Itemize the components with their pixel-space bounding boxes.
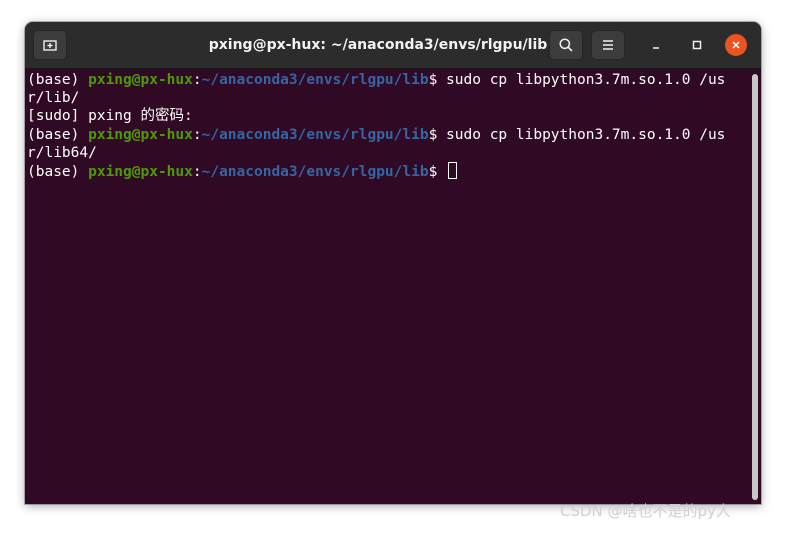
output-text: r/lib64/ xyxy=(27,144,97,161)
command-text: $ sudo cp libpython3.7m.so.1.0 /us xyxy=(428,72,726,88)
prompt-separator: : xyxy=(192,72,202,88)
title-bar[interactable]: pxing@px-hux: ~/anaconda3/envs/rlgpu/lib xyxy=(25,22,761,69)
password-prompt: [sudo] pxing 的密码: xyxy=(27,108,193,125)
maximize-icon xyxy=(692,40,702,50)
terminal-output[interactable]: (base) pxing@px-hux:~/anaconda3/envs/rlg… xyxy=(25,69,749,504)
terminal-window: pxing@px-hux: ~/anaconda3/envs/rlgpu/lib xyxy=(25,22,761,504)
command-text: $ sudo cp libpython3.7m.so.1.0 /us xyxy=(428,126,726,143)
terminal-line: r/lib/ xyxy=(27,89,749,107)
user-host: pxing@px-hux xyxy=(88,72,193,88)
output-text: r/lib/ xyxy=(27,90,80,107)
text-cursor xyxy=(448,161,458,179)
terminal-line: (base) pxing@px-hux:~/anaconda3/envs/rlg… xyxy=(27,71,749,89)
conda-env: (base) xyxy=(27,72,89,88)
prompt-path: ~/anaconda3/envs/rlgpu/lib xyxy=(201,72,429,88)
new-tab-button[interactable] xyxy=(33,30,67,60)
close-button[interactable] xyxy=(725,34,747,56)
menu-button[interactable] xyxy=(591,30,625,60)
watermark: CSDN @啥也不是的py人 xyxy=(560,502,731,520)
search-button[interactable] xyxy=(549,30,583,60)
hamburger-menu-icon xyxy=(603,40,613,50)
prompt-path: ~/anaconda3/envs/rlgpu/lib xyxy=(201,163,429,180)
prompt-separator: : xyxy=(192,126,202,143)
terminal-line: (base) pxing@px-hux:~/anaconda3/envs/rlg… xyxy=(27,161,749,180)
conda-env: (base) xyxy=(27,126,89,143)
command-text: $ xyxy=(428,163,447,180)
window-title: pxing@px-hux: ~/anaconda3/envs/rlgpu/lib xyxy=(208,37,548,53)
user-host: pxing@px-hux xyxy=(88,126,193,143)
prompt-path: ~/anaconda3/envs/rlgpu/lib xyxy=(201,126,429,143)
terminal-line: (base) pxing@px-hux:~/anaconda3/envs/rlg… xyxy=(27,126,749,144)
maximize-button[interactable] xyxy=(686,34,708,56)
terminal-line: r/lib64/ xyxy=(27,144,749,162)
scrollbar[interactable] xyxy=(749,70,761,504)
minimize-button[interactable] xyxy=(645,34,667,56)
scrollbar-thumb[interactable] xyxy=(752,74,758,500)
close-icon xyxy=(732,41,740,49)
conda-env: (base) xyxy=(27,163,89,180)
prompt-separator: : xyxy=(192,163,202,180)
minimize-icon xyxy=(653,47,659,49)
user-host: pxing@px-hux xyxy=(88,163,193,180)
terminal-line: [sudo] pxing 的密码: xyxy=(27,107,749,125)
new-tab-icon xyxy=(43,40,57,51)
search-icon xyxy=(559,38,573,52)
